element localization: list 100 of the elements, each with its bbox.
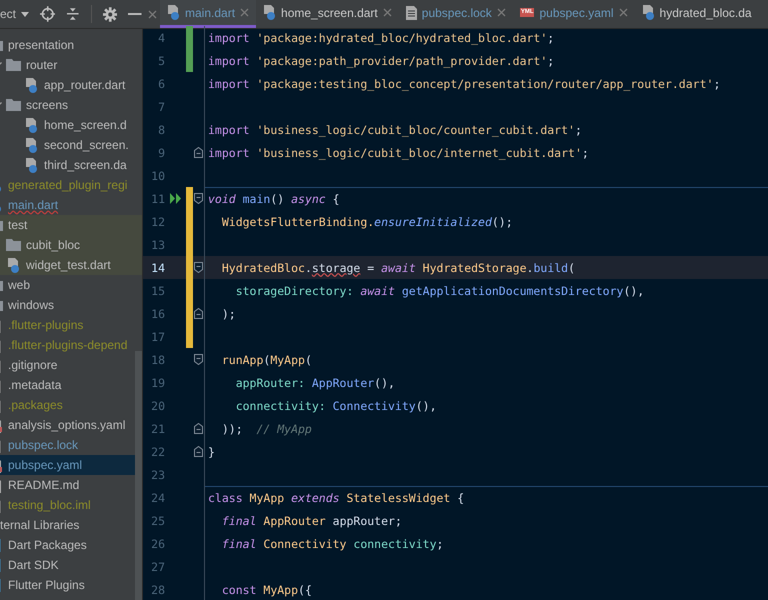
change-marker[interactable] [186, 26, 193, 49]
folder-icon [6, 239, 21, 251]
scrollbar[interactable] [135, 351, 142, 600]
line-number: 22 [150, 444, 165, 458]
code-line: WidgetsFlutterBinding.ensureInitialized(); [220, 214, 513, 228]
line-number: 16 [150, 306, 165, 320]
line-number: 10 [150, 168, 165, 182]
line-number: 19 [150, 376, 165, 390]
tree-item[interactable]: app_router.dart [44, 78, 126, 92]
change-marker[interactable] [186, 187, 193, 210]
line-number: 8 [157, 122, 165, 136]
tree-item[interactable]: ternal Libraries [0, 518, 80, 532]
folder-icon [6, 99, 21, 111]
line-number: 17 [150, 330, 165, 344]
tree-item[interactable]: Flutter Plugins [8, 578, 85, 592]
tree-item[interactable]: .gitignore [8, 358, 58, 372]
code-line: runApp(MyApp( [220, 352, 312, 366]
code-line: final Connectivity connectivity; [220, 536, 444, 550]
tree-item[interactable]: second_screen. [44, 138, 129, 152]
tree-item[interactable]: .metadata [8, 378, 62, 392]
fold-icon[interactable] [194, 262, 203, 273]
tree-item[interactable]: pubspec.lock [8, 438, 78, 452]
dart-file-icon [24, 158, 39, 172]
code-line: connectivity: Connectivity(), [234, 398, 436, 412]
tree-item[interactable]: web [8, 278, 30, 292]
code-line: import 'package:testing_bloc_concept/presentation/router/app_router.dart'; [207, 76, 720, 90]
code-line: HydratedBloc.storage = await HydratedStorage.build( [220, 260, 576, 274]
code-line: void main() async { [207, 192, 340, 206]
tree-item[interactable]: test [8, 218, 28, 232]
change-marker[interactable] [186, 325, 193, 348]
tree-item[interactable]: .flutter-plugins-depend [8, 338, 128, 352]
line-number: 6 [157, 76, 165, 90]
code-line: import 'package:hydrated_bloc/hydrated_bloc.dart'; [207, 30, 554, 44]
line-number: 25 [150, 514, 165, 528]
line-number: 9 [157, 146, 165, 160]
fold-icon[interactable] [194, 147, 203, 158]
caret-icon [21, 12, 30, 16]
folder-icon [6, 59, 21, 71]
line-number: 24 [150, 490, 165, 504]
line-number: 14 [150, 260, 165, 274]
dart-file-icon [167, 5, 180, 20]
tree-item[interactable]: router [26, 58, 58, 72]
code-line: import 'business_logic/cubit_bloc/counter_cubit.dart'; [207, 122, 582, 136]
code-line: ); [220, 306, 236, 320]
tree-item[interactable]: main.dart [8, 198, 58, 212]
tree-item[interactable]: .packages [8, 398, 63, 412]
fold-icon[interactable] [194, 446, 203, 457]
fold-icon[interactable] [194, 423, 203, 434]
line-number: 4 [157, 30, 165, 44]
tree-item[interactable]: third_screen.da [44, 158, 127, 172]
fold-icon[interactable] [194, 193, 203, 204]
collapse-icon[interactable] [66, 7, 80, 21]
tree-item[interactable]: README.md [8, 478, 80, 492]
fold-icon[interactable] [194, 354, 203, 365]
code-line: } [207, 444, 215, 458]
code-line: const MyApp({ [220, 582, 312, 596]
tree-item[interactable]: testing_bloc.iml [8, 498, 91, 512]
tree-item[interactable]: home_screen.d [44, 118, 127, 132]
code-line: )); // MyApp [220, 422, 312, 436]
line-number: 18 [150, 352, 165, 366]
run-icon[interactable] [170, 193, 182, 204]
close-icon[interactable] [618, 8, 628, 17]
tree-item[interactable]: .flutter-plugins [8, 318, 84, 332]
line-number: 7 [157, 100, 165, 114]
dart-file-icon [642, 5, 655, 20]
change-marker[interactable] [186, 49, 193, 72]
code-line: class MyApp extends StatelessWidget { [207, 490, 464, 504]
tree-item[interactable]: presentation [8, 38, 74, 52]
line-number: 15 [150, 284, 165, 298]
close-icon[interactable] [148, 10, 157, 18]
dart-file-icon [24, 78, 39, 92]
tree-item[interactable]: Dart Packages [8, 538, 87, 552]
tree-item[interactable]: analysis_options.yaml [8, 418, 126, 432]
fold-icon[interactable] [194, 308, 203, 319]
line-number: 11 [150, 192, 165, 206]
code-line: import 'business_logic/cubit_bloc/internet_cubit.dart'; [207, 146, 589, 160]
editor-tab[interactable]: main.dart [160, 0, 256, 28]
crosshair-icon[interactable] [40, 6, 56, 22]
settings-icon[interactable] [102, 6, 118, 22]
line-number: 26 [150, 536, 165, 550]
close-icon[interactable] [382, 8, 392, 17]
close-icon[interactable] [496, 8, 506, 17]
tree-item[interactable]: windows [8, 298, 54, 312]
code-line: import 'package:path_provider/path_provider.dart'; [207, 54, 554, 68]
minimize-icon[interactable] [128, 12, 142, 16]
code-line: appRouter: AppRouter(), [234, 376, 395, 390]
tree-item[interactable]: Dart SDK [8, 558, 59, 572]
line-number: 12 [150, 214, 165, 228]
line-number: 13 [150, 238, 165, 252]
editor-tab[interactable]: hydrated_bloc.da [634, 0, 759, 28]
tree-item[interactable]: generated_plugin_regi [8, 178, 128, 192]
dart-file-icon [24, 138, 39, 152]
tree-item[interactable]: screens [26, 98, 68, 112]
line-number: 5 [157, 54, 165, 68]
editor-tab[interactable]: pubspec.lock [398, 0, 513, 28]
text-file-icon [406, 6, 417, 20]
editor-tab[interactable]: home_screen.dart [256, 0, 399, 28]
close-icon[interactable] [240, 8, 250, 17]
project-view-dropdown[interactable]: ect [0, 7, 30, 21]
dart-file-icon [24, 118, 39, 132]
